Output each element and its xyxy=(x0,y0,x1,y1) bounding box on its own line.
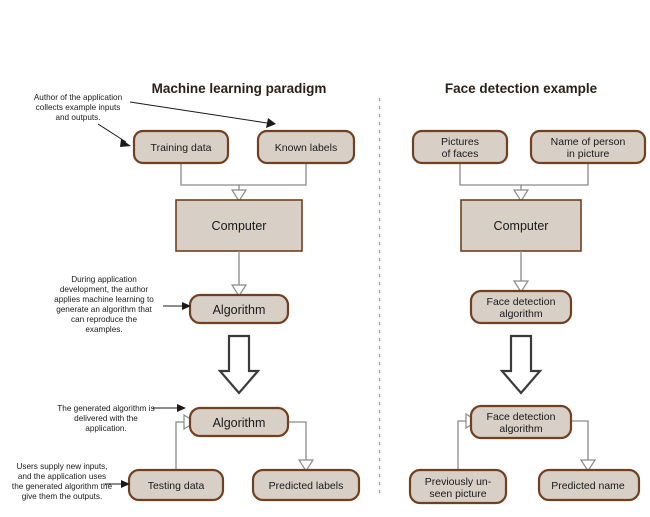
annotation-training-phase-line6: examples. xyxy=(85,325,122,334)
node-face-algorithm-deployed-label-line1: Face detection xyxy=(487,411,556,423)
left-computer-to-algorithm-connector xyxy=(230,251,248,298)
annotation-usage-line2: and the application uses xyxy=(18,472,106,481)
annotation-training-phase-line2: development, the author xyxy=(60,285,149,294)
right-algorithm-to-predicted-connector xyxy=(571,420,597,473)
annotation-collect-examples-line3: and outputs. xyxy=(55,113,100,122)
left-phase-transition-block-arrow xyxy=(217,334,261,395)
annotation-collect-examples-arrowhead-left xyxy=(120,139,131,147)
node-unseen-picture-label-line2: seen picture xyxy=(429,488,486,500)
left-column-title: Machine learning paradigm xyxy=(152,81,327,96)
left-algorithm-to-predicted-connector xyxy=(288,421,315,473)
node-unseen-picture: Previously un- seen picture xyxy=(408,468,508,505)
annotation-usage: Users supply new inputs, and the applica… xyxy=(12,462,130,501)
node-pictures-of-faces-label-line1: Pictures xyxy=(441,136,479,148)
node-unseen-picture-label-line1: Previously un- xyxy=(425,476,492,488)
annotation-collect-examples-line1: Author of the application xyxy=(34,93,123,102)
node-computer-right-label: Computer xyxy=(494,219,549,233)
node-face-algorithm-deployed: Face detection algorithm xyxy=(469,404,573,440)
node-known-labels-label: Known labels xyxy=(275,142,337,154)
machine-learning-paradigm-diagram: Machine learning paradigm Face detection… xyxy=(12,81,647,505)
annotation-delivery-line3: application. xyxy=(85,424,126,433)
node-algorithm-deployed-left: Algorithm xyxy=(188,406,290,438)
node-computer-left-label: Computer xyxy=(212,219,267,233)
right-phase-transition-block-arrow xyxy=(499,334,543,395)
annotation-delivery: The generated algorithm is delivered wit… xyxy=(57,404,186,433)
annotation-training-phase-line4: generate an algorithm that xyxy=(56,305,152,314)
right-inputs-to-computer-connector xyxy=(459,163,589,203)
node-name-of-person-label-line1: Name of person xyxy=(551,136,626,148)
node-computer-right: Computer xyxy=(460,199,582,252)
right-column-title: Face detection example xyxy=(445,81,598,96)
node-face-algorithm-trained-label-line1: Face detection xyxy=(487,296,556,308)
node-pictures-of-faces-label-line2: of faces xyxy=(442,148,479,160)
annotation-collect-examples-line2: collects example inputs xyxy=(36,103,121,112)
node-algorithm-trained-left: Algorithm xyxy=(188,293,290,325)
annotation-collect-examples-arrowhead-right xyxy=(266,118,276,128)
annotation-delivery-line2: delivered with the xyxy=(74,414,138,423)
node-algorithm-trained-left-label: Algorithm xyxy=(213,303,266,317)
annotation-delivery-arrowhead xyxy=(177,404,186,412)
node-face-algorithm-trained-label-line2: algorithm xyxy=(499,308,542,320)
node-pictures-of-faces: Pictures of faces xyxy=(411,129,509,165)
node-testing-data: Testing data xyxy=(127,468,225,502)
node-predicted-name: Predicted name xyxy=(537,468,641,502)
node-face-algorithm-deployed-label-line2: algorithm xyxy=(499,423,542,435)
annotation-usage-line4: give them the outputs. xyxy=(22,492,103,501)
diagram-canvas: Machine learning paradigm Face detection… xyxy=(0,0,650,517)
node-testing-data-label: Testing data xyxy=(148,480,205,492)
node-training-data: Training data xyxy=(132,129,230,165)
node-predicted-labels-label: Predicted labels xyxy=(269,480,344,492)
node-predicted-name-label: Predicted name xyxy=(551,480,625,492)
node-predicted-labels: Predicted labels xyxy=(251,468,361,502)
annotation-training-phase-line1: During application xyxy=(71,275,137,284)
right-computer-to-algorithm-connector xyxy=(512,251,530,294)
node-name-of-person-label-line2: in picture xyxy=(567,148,610,160)
annotation-training-phase: During application development, the auth… xyxy=(54,275,191,334)
left-inputs-to-computer-connector xyxy=(180,163,307,203)
annotation-usage-line1: Users supply new inputs, xyxy=(16,462,107,471)
node-training-data-label: Training data xyxy=(151,142,212,154)
node-known-labels: Known labels xyxy=(256,129,356,165)
annotation-delivery-line1: The generated algorithm is xyxy=(57,404,154,413)
node-name-of-person: Name of person in picture xyxy=(529,129,647,165)
annotation-usage-line3: the generated algorithm the xyxy=(12,482,113,491)
node-computer-left: Computer xyxy=(175,199,303,252)
annotation-training-phase-line5: can reproduce the xyxy=(71,315,137,324)
annotation-training-phase-line3: applies machine learning to xyxy=(54,295,154,304)
node-face-algorithm-trained: Face detection algorithm xyxy=(469,289,573,325)
node-algorithm-deployed-left-label: Algorithm xyxy=(213,416,266,430)
